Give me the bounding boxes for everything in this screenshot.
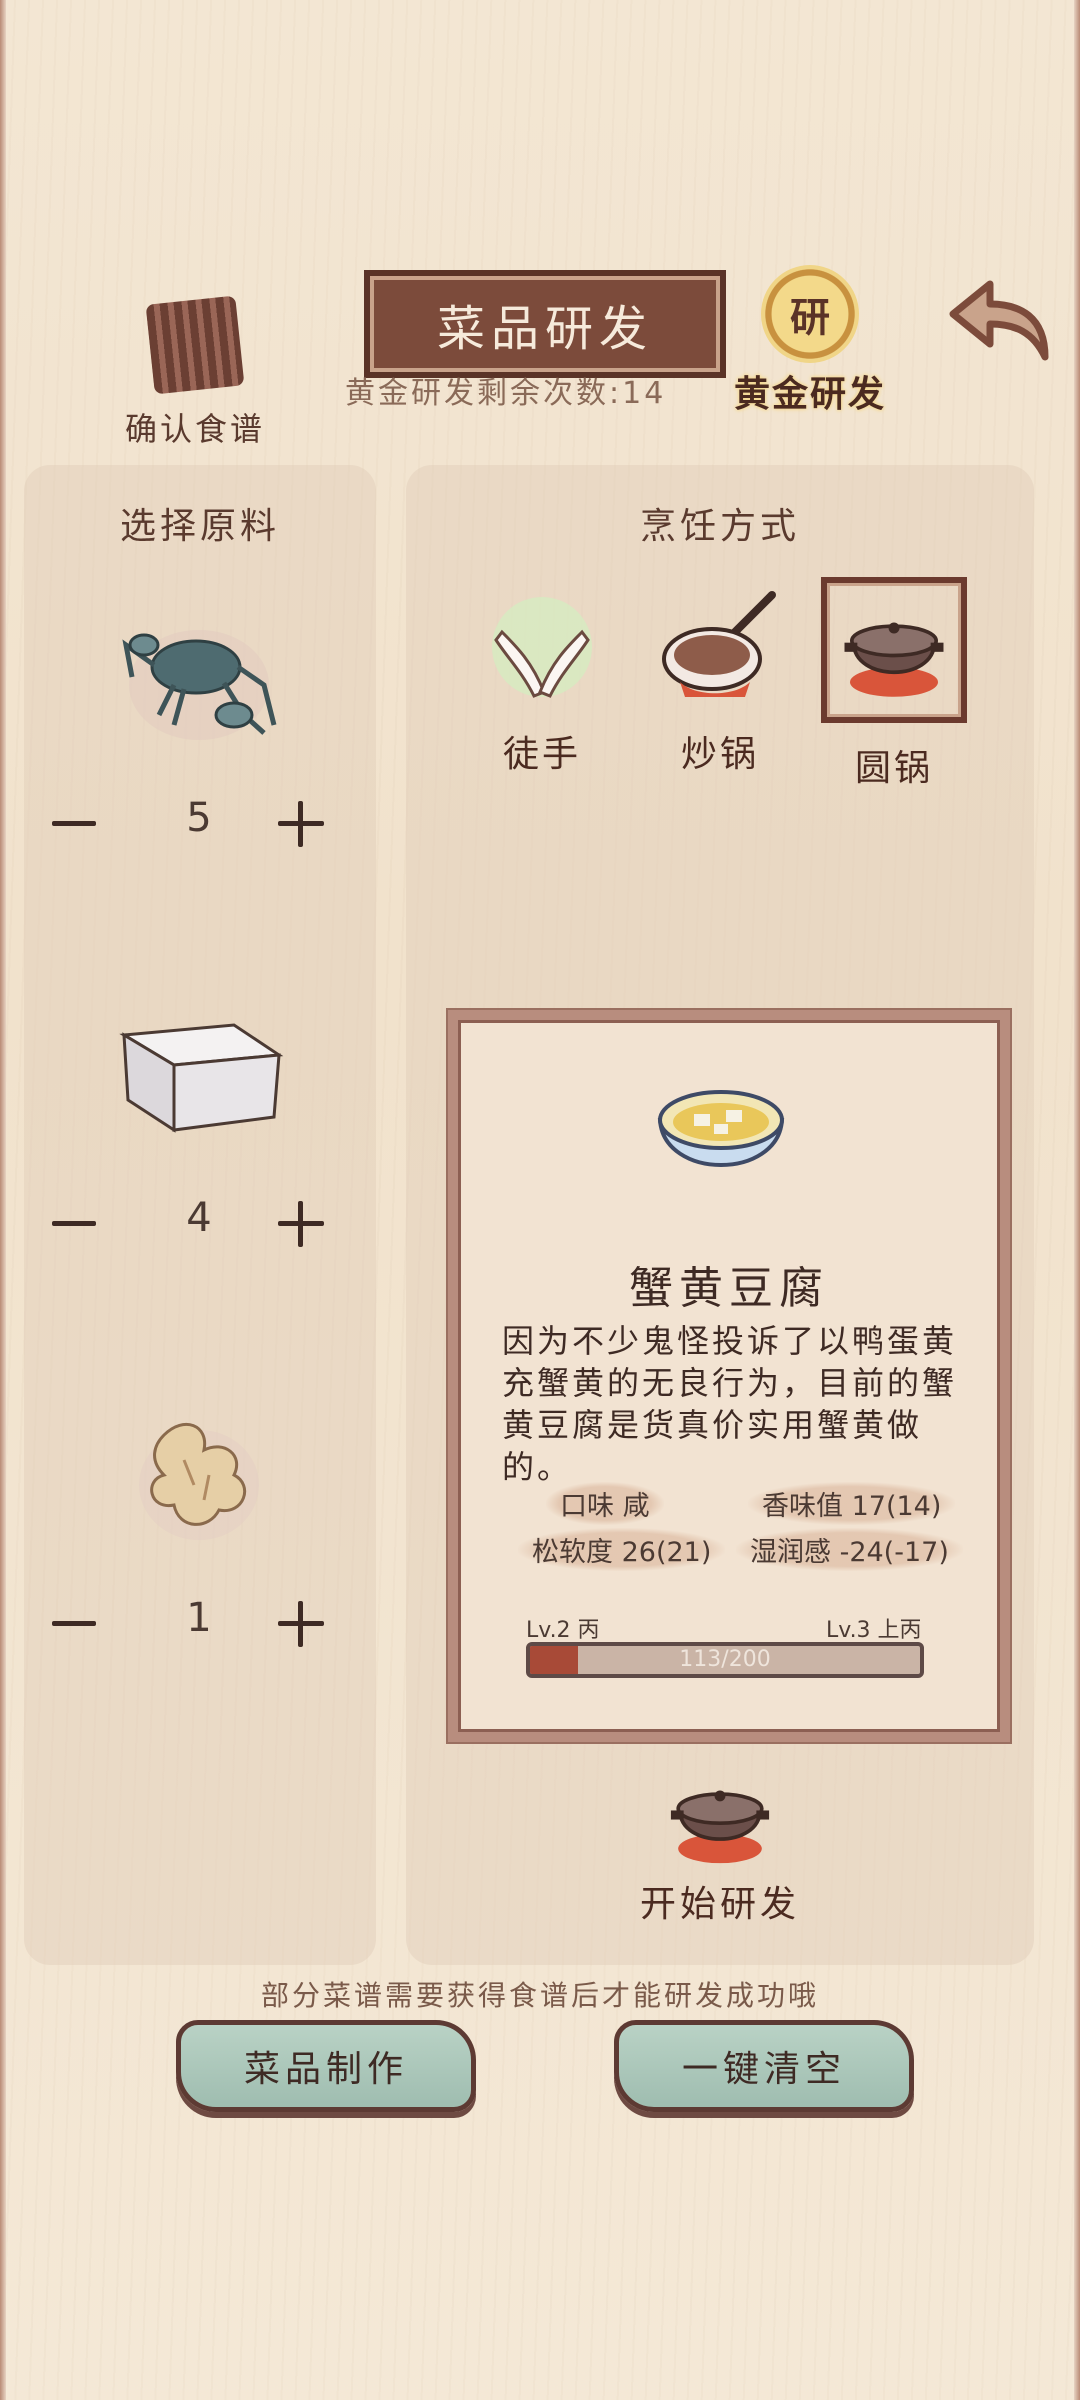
ginger-plus-button[interactable]: [278, 1601, 324, 1647]
crab-quantity-row: 5: [24, 795, 376, 855]
recipe-hint: 部分菜谱需要获得食谱后才能研发成功哦: [260, 1979, 819, 2012]
gold-research-label: 黄金研发: [733, 374, 886, 415]
crab-quantity: 5: [186, 795, 212, 841]
crab-plus-button[interactable]: [278, 801, 324, 847]
stat-taste: 口味 咸: [546, 1482, 664, 1525]
dish-bowl-icon: [657, 1090, 785, 1167]
right-frame-edge: [1074, 0, 1080, 2400]
method-round-pot[interactable]: 圆锅: [814, 577, 974, 791]
tofu-quantity: 4: [186, 1195, 212, 1241]
make-dish-label: 菜品制作: [243, 2049, 408, 2090]
level-progress-bar: 113/200: [526, 1642, 924, 1678]
ginger-icon: [139, 1422, 259, 1540]
method-wok-label: 炒锅: [680, 734, 759, 775]
gold-research-icon: 研: [761, 265, 859, 363]
wok-icon: [662, 591, 776, 697]
dish-description: 因为不少鬼怪投诉了以鸭蛋黄充蟹黄的无良行为，目前的蟹黄豆腐是货真价实用蟹黄做的。: [502, 1322, 958, 1486]
tofu-plus-button[interactable]: [278, 1201, 324, 1247]
round-pot-icon: [844, 622, 944, 697]
method-bare-hands[interactable]: 徒手: [462, 585, 622, 777]
back-button[interactable]: [945, 262, 1057, 374]
left-frame-edge: [0, 0, 6, 2400]
tofu-quantity-row: 4: [24, 1195, 376, 1255]
method-wok[interactable]: 炒锅: [640, 585, 800, 777]
method-bare-hands-label: 徒手: [502, 734, 581, 775]
start-research-label: 开始研发: [639, 1884, 800, 1925]
method-round-pot-label: 圆锅: [854, 748, 933, 789]
clear-all-label: 一键清空: [681, 2049, 846, 2090]
back-arrow-icon: [949, 280, 1049, 361]
ginger-minus-button[interactable]: [52, 1621, 96, 1626]
crab-icon: [122, 630, 277, 740]
round-pot-icon: [670, 1790, 770, 1864]
stat-softness: 松软度 26(21): [518, 1528, 726, 1571]
ingredients-title: 选择原料: [119, 506, 280, 547]
current-level: Lv.2 丙: [526, 1618, 600, 1643]
confirm-recipe-button[interactable]: 确认食谱: [110, 295, 280, 450]
ginger-quantity: 1: [186, 1595, 212, 1641]
ingredients-panel: 选择原料 5 4 1: [24, 465, 376, 1965]
next-level: Lv.3 上丙: [826, 1618, 922, 1643]
page-title: 菜品研发: [436, 301, 653, 357]
tofu-minus-button[interactable]: [52, 1221, 96, 1226]
ginger-quantity-row: 1: [24, 1595, 376, 1655]
stat-moisture: 湿润感 -24(-17): [736, 1528, 963, 1571]
page-title-plate: 菜品研发: [364, 270, 726, 378]
make-dish-button[interactable]: 菜品制作: [176, 2020, 476, 2112]
gold-research-glyph: 研: [790, 295, 830, 341]
level-progress-text: 113/200: [679, 1647, 771, 1672]
dish-result-card: 蟹黄豆腐 因为不少鬼怪投诉了以鸭蛋黄充蟹黄的无良行为，目前的蟹黄豆腐是货真价实用…: [448, 1010, 1010, 1742]
cooking-title: 烹饪方式: [639, 506, 800, 547]
hands-icon: [492, 597, 592, 698]
gold-research-remaining: 黄金研发剩余次数:14: [345, 376, 667, 411]
start-research-button[interactable]: 开始研发: [620, 1765, 820, 1927]
clear-all-button[interactable]: 一键清空: [614, 2020, 914, 2112]
gold-research-button[interactable]: 研 黄金研发: [725, 265, 895, 415]
scroll-icon: [145, 295, 245, 395]
dish-name: 蟹黄豆腐: [629, 1263, 829, 1314]
confirm-recipe-label: 确认食谱: [124, 410, 265, 448]
crab-minus-button[interactable]: [52, 821, 96, 826]
tofu-icon: [119, 1023, 284, 1133]
stat-aroma: 香味值 17(14): [748, 1482, 956, 1525]
